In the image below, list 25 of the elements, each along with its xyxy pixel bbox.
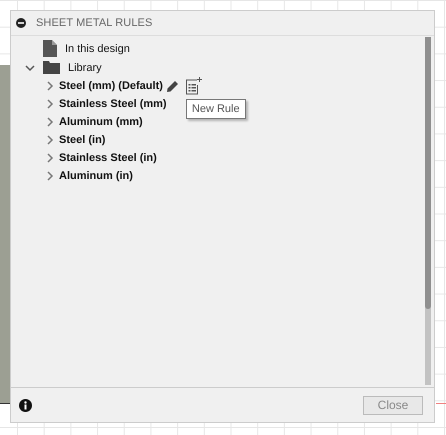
- tree-item[interactable]: In this design: [65, 42, 130, 54]
- chevron-icon[interactable]: [45, 99, 55, 109]
- rule-item[interactable]: Aluminum (in): [59, 170, 133, 182]
- folder-icon: [43, 61, 60, 74]
- rule-item[interactable]: Steel (in): [59, 134, 106, 146]
- rule-item[interactable]: Stainless Steel (mm): [59, 98, 167, 110]
- chevron-icon[interactable]: [45, 81, 55, 91]
- info-icon[interactable]: [19, 398, 32, 412]
- chevron-icon[interactable]: [45, 117, 55, 127]
- chevron-icon[interactable]: [25, 62, 35, 72]
- rule-item[interactable]: Stainless Steel (in): [59, 152, 157, 164]
- pencil-icon[interactable]: [166, 80, 179, 92]
- dialog-title: SHEET METAL RULES: [36, 17, 152, 29]
- tooltip: New Rule: [186, 99, 246, 119]
- guide-line: [436, 403, 446, 404]
- chevron-icon[interactable]: [45, 171, 55, 181]
- scrollbar-thumb[interactable]: [425, 37, 431, 309]
- tree-item[interactable]: Library: [68, 62, 102, 74]
- collapse-icon[interactable]: [16, 18, 26, 28]
- new-rule-icon[interactable]: [184, 77, 202, 95]
- document-icon: [43, 40, 57, 57]
- rule-item[interactable]: Aluminum (mm): [59, 116, 143, 128]
- chevron-icon[interactable]: [45, 135, 55, 145]
- chevron-icon[interactable]: [45, 153, 55, 163]
- rule-item[interactable]: Steel (mm) (Default): [59, 80, 163, 92]
